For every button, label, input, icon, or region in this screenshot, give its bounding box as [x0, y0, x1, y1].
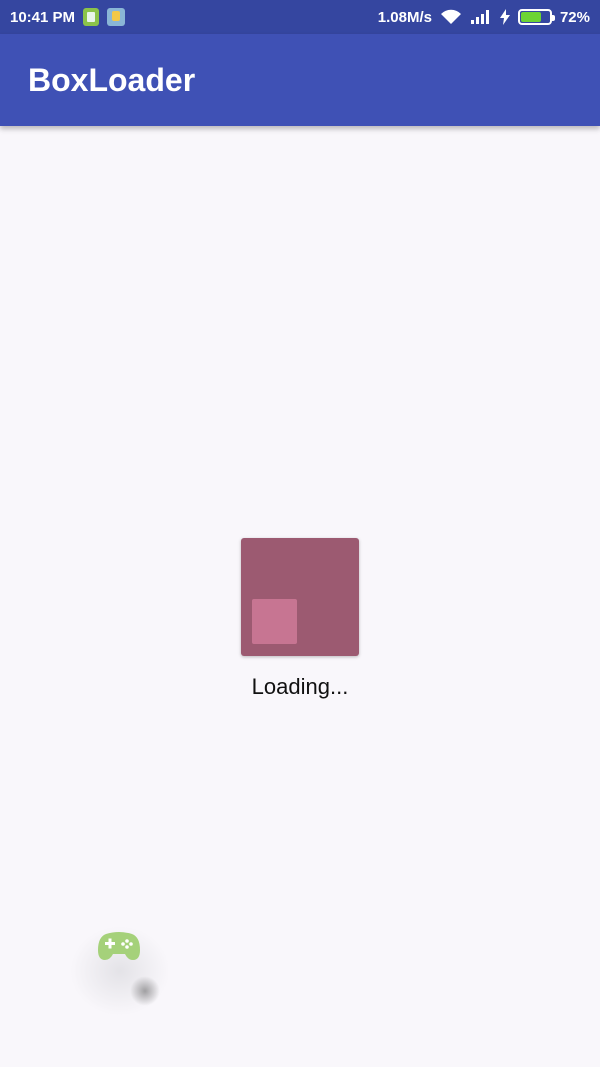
floating-game-widget[interactable] — [70, 906, 170, 1026]
app-notification-icon — [107, 8, 126, 26]
battery-icon — [517, 9, 555, 25]
charging-bolt-icon — [499, 9, 510, 25]
network-speed: 1.08M/s — [377, 8, 432, 26]
page-title: BoxLoader — [28, 62, 196, 98]
battery-fill — [520, 12, 542, 22]
widget-shadow — [130, 976, 160, 1006]
main-content: Loading... — [0, 126, 600, 1067]
app-bar: BoxLoader — [0, 34, 600, 126]
loading-label: Loading... — [251, 674, 349, 699]
box-loader-inner-square — [252, 599, 297, 644]
battery-percent: 72% — [559, 8, 590, 26]
sim-app-icon — [83, 8, 100, 26]
wifi-icon — [440, 9, 461, 24]
signal-icon — [470, 10, 489, 24]
status-bar-right: 1.08M/s 72% — [378, 9, 590, 26]
gamepad-icon — [98, 932, 140, 960]
status-bar-left: 10:41 PM — [10, 8, 126, 26]
status-time: 10:41 PM — [10, 8, 76, 26]
status-bar: 10:41 PM 1.08M/s 72% — [0, 0, 600, 34]
box-loader — [241, 538, 359, 656]
